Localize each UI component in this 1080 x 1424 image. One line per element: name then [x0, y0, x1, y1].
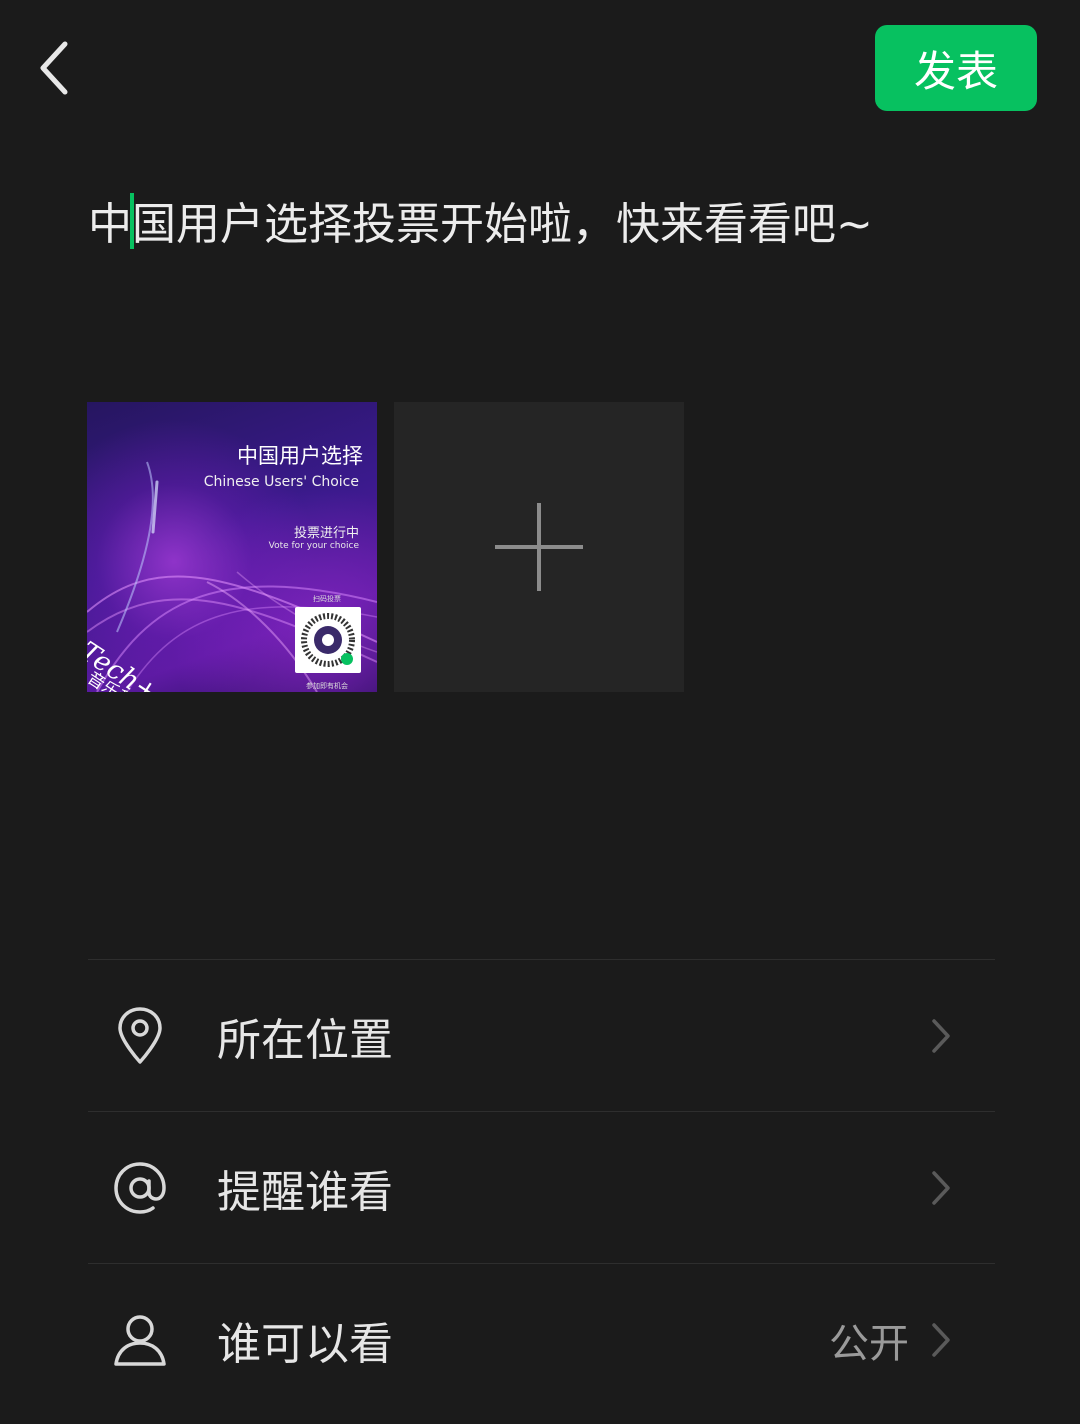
plus-icon — [495, 503, 583, 591]
add-image-button[interactable] — [394, 402, 684, 692]
qr-code-image — [295, 607, 361, 673]
at-sign-icon — [108, 1156, 172, 1220]
chevron-right-icon — [932, 1322, 950, 1357]
chevron-left-icon — [40, 41, 68, 95]
image-thumbnail[interactable]: 中国用户选择 Chinese Users' Choice 投票进行中 Vote … — [87, 402, 377, 692]
image-title-text: 中国用户选择 — [237, 444, 363, 468]
post-text-input[interactable]: 中国用户选择投票开始啦，快来看看吧~ — [88, 190, 1028, 260]
option-visibility[interactable]: 谁可以看 公开 — [88, 1263, 995, 1415]
person-icon — [108, 1308, 172, 1372]
image-scan-text: 扫码投票 — [313, 595, 341, 603]
post-options-list: 所在位置 提醒谁看 谁可以看 公开 — [88, 959, 995, 1415]
chevron-right-icon — [932, 1170, 950, 1205]
option-mention-label: 提醒谁看 — [217, 1166, 393, 1218]
location-pin-icon — [108, 1004, 172, 1068]
image-vote-text: 投票进行中 — [293, 526, 359, 541]
option-visibility-value: 公开 — [829, 1320, 909, 1367]
back-button[interactable] — [22, 30, 86, 106]
option-location[interactable]: 所在位置 — [88, 959, 995, 1111]
chevron-right-icon — [932, 1018, 950, 1053]
option-visibility-label: 谁可以看 — [217, 1318, 393, 1370]
option-location-label: 所在位置 — [217, 1014, 393, 1066]
media-grid: 中国用户选择 Chinese Users' Choice 投票进行中 Vote … — [87, 402, 684, 692]
image-subtitle-text: Chinese Users' Choice — [203, 474, 359, 490]
publish-button[interactable]: 发表 — [875, 25, 1037, 111]
image-vote-english-text: Vote for your choice — [268, 541, 359, 551]
post-text-before-caret: 中 — [88, 199, 132, 250]
qr-caption-text: 参加即有机会 — [306, 682, 348, 690]
option-mention[interactable]: 提醒谁看 — [88, 1111, 995, 1263]
post-text-after-caret: 国用户选择投票开始啦，快来看看吧~ — [132, 199, 873, 250]
